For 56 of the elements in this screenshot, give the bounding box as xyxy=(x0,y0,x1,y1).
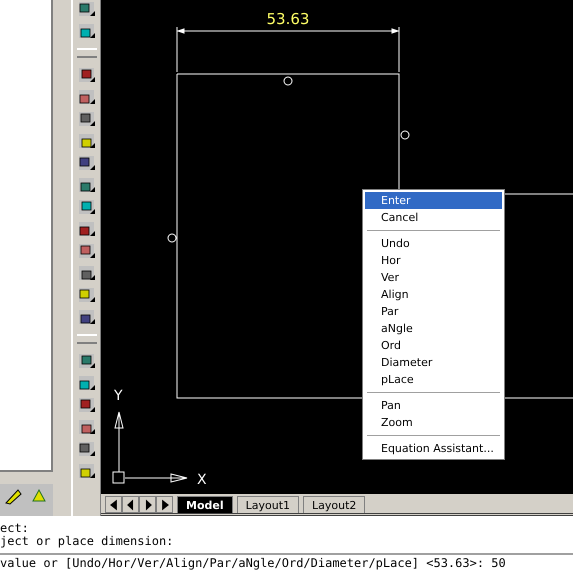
layout-tab[interactable]: Layout1 xyxy=(236,496,300,513)
toolbar-grip[interactable] xyxy=(76,48,96,58)
tool-icon[interactable] xyxy=(78,264,96,282)
tool-icon[interactable] xyxy=(78,198,96,216)
tool-icon[interactable] xyxy=(78,88,96,106)
layout-tab[interactable]: Model xyxy=(177,496,233,513)
menu-item[interactable]: Ord xyxy=(365,337,502,354)
menu-item[interactable]: Par xyxy=(365,303,502,320)
tab-scroll-button[interactable] xyxy=(105,496,122,513)
menu-item[interactable]: Diameter xyxy=(365,354,502,371)
axis-label: X xyxy=(197,472,207,488)
menu-item[interactable]: Zoom xyxy=(365,414,502,431)
menu-item[interactable]: Pan xyxy=(365,397,502,414)
tool-icon[interactable] xyxy=(78,286,96,304)
toolbar-grip[interactable] xyxy=(76,334,96,344)
tool-icon[interactable] xyxy=(78,242,96,260)
constraint-icon xyxy=(284,76,292,86)
tool-icon[interactable] xyxy=(78,176,96,194)
y-axis-arrow xyxy=(114,412,124,472)
menu-item[interactable]: Enter xyxy=(365,192,502,209)
constraint-icon xyxy=(400,130,410,140)
command-history-line: ject or place dimension: xyxy=(0,535,174,548)
menu-item[interactable]: Align xyxy=(365,286,502,303)
tool-icon[interactable] xyxy=(78,418,96,436)
tool-icon[interactable] xyxy=(78,440,96,458)
x-axis-arrow xyxy=(124,474,188,482)
tool-icon[interactable] xyxy=(78,132,96,150)
ucs-origin xyxy=(112,472,124,484)
tool-icon[interactable] xyxy=(4,487,22,505)
layout-tab[interactable]: Layout2 xyxy=(303,496,366,513)
menu-item[interactable]: pLace xyxy=(365,371,502,388)
tool-icon[interactable] xyxy=(78,154,96,172)
tool-icon[interactable] xyxy=(78,462,96,480)
tool-icon[interactable] xyxy=(78,374,96,392)
tool-icon[interactable] xyxy=(78,220,96,238)
axis-label: Y xyxy=(114,388,123,404)
menu-item[interactable]: aNgle xyxy=(365,320,502,337)
tool-icon[interactable] xyxy=(78,308,96,326)
tool-icon[interactable] xyxy=(78,110,96,128)
tab-scroll-button[interactable] xyxy=(139,496,156,513)
menu-item[interactable]: Undo xyxy=(365,235,502,252)
tool-icon[interactable] xyxy=(78,396,96,414)
tool-icon[interactable] xyxy=(78,22,96,40)
menu-item[interactable]: Ver xyxy=(365,269,502,286)
menu-item[interactable]: Cancel xyxy=(365,209,502,226)
tab-scroll-button[interactable] xyxy=(122,496,139,513)
tab-scroll-button[interactable] xyxy=(156,496,173,513)
tool-icon[interactable] xyxy=(78,0,96,18)
command-history-line: ect: xyxy=(0,522,30,535)
tool-icon[interactable] xyxy=(78,66,96,84)
constraint-icon xyxy=(168,234,176,242)
menu-item[interactable]: Hor xyxy=(365,252,502,269)
tool-icon[interactable] xyxy=(78,352,96,370)
menu-item[interactable]: Equation Assistant... xyxy=(365,440,502,457)
dimension-value: 53.63 xyxy=(266,10,310,28)
command-line[interactable]: value or [Undo/Hor/Ver/Align/Par/aNgle/Ord/Diameter/pLace] <53.63>: 50 xyxy=(0,553,573,571)
